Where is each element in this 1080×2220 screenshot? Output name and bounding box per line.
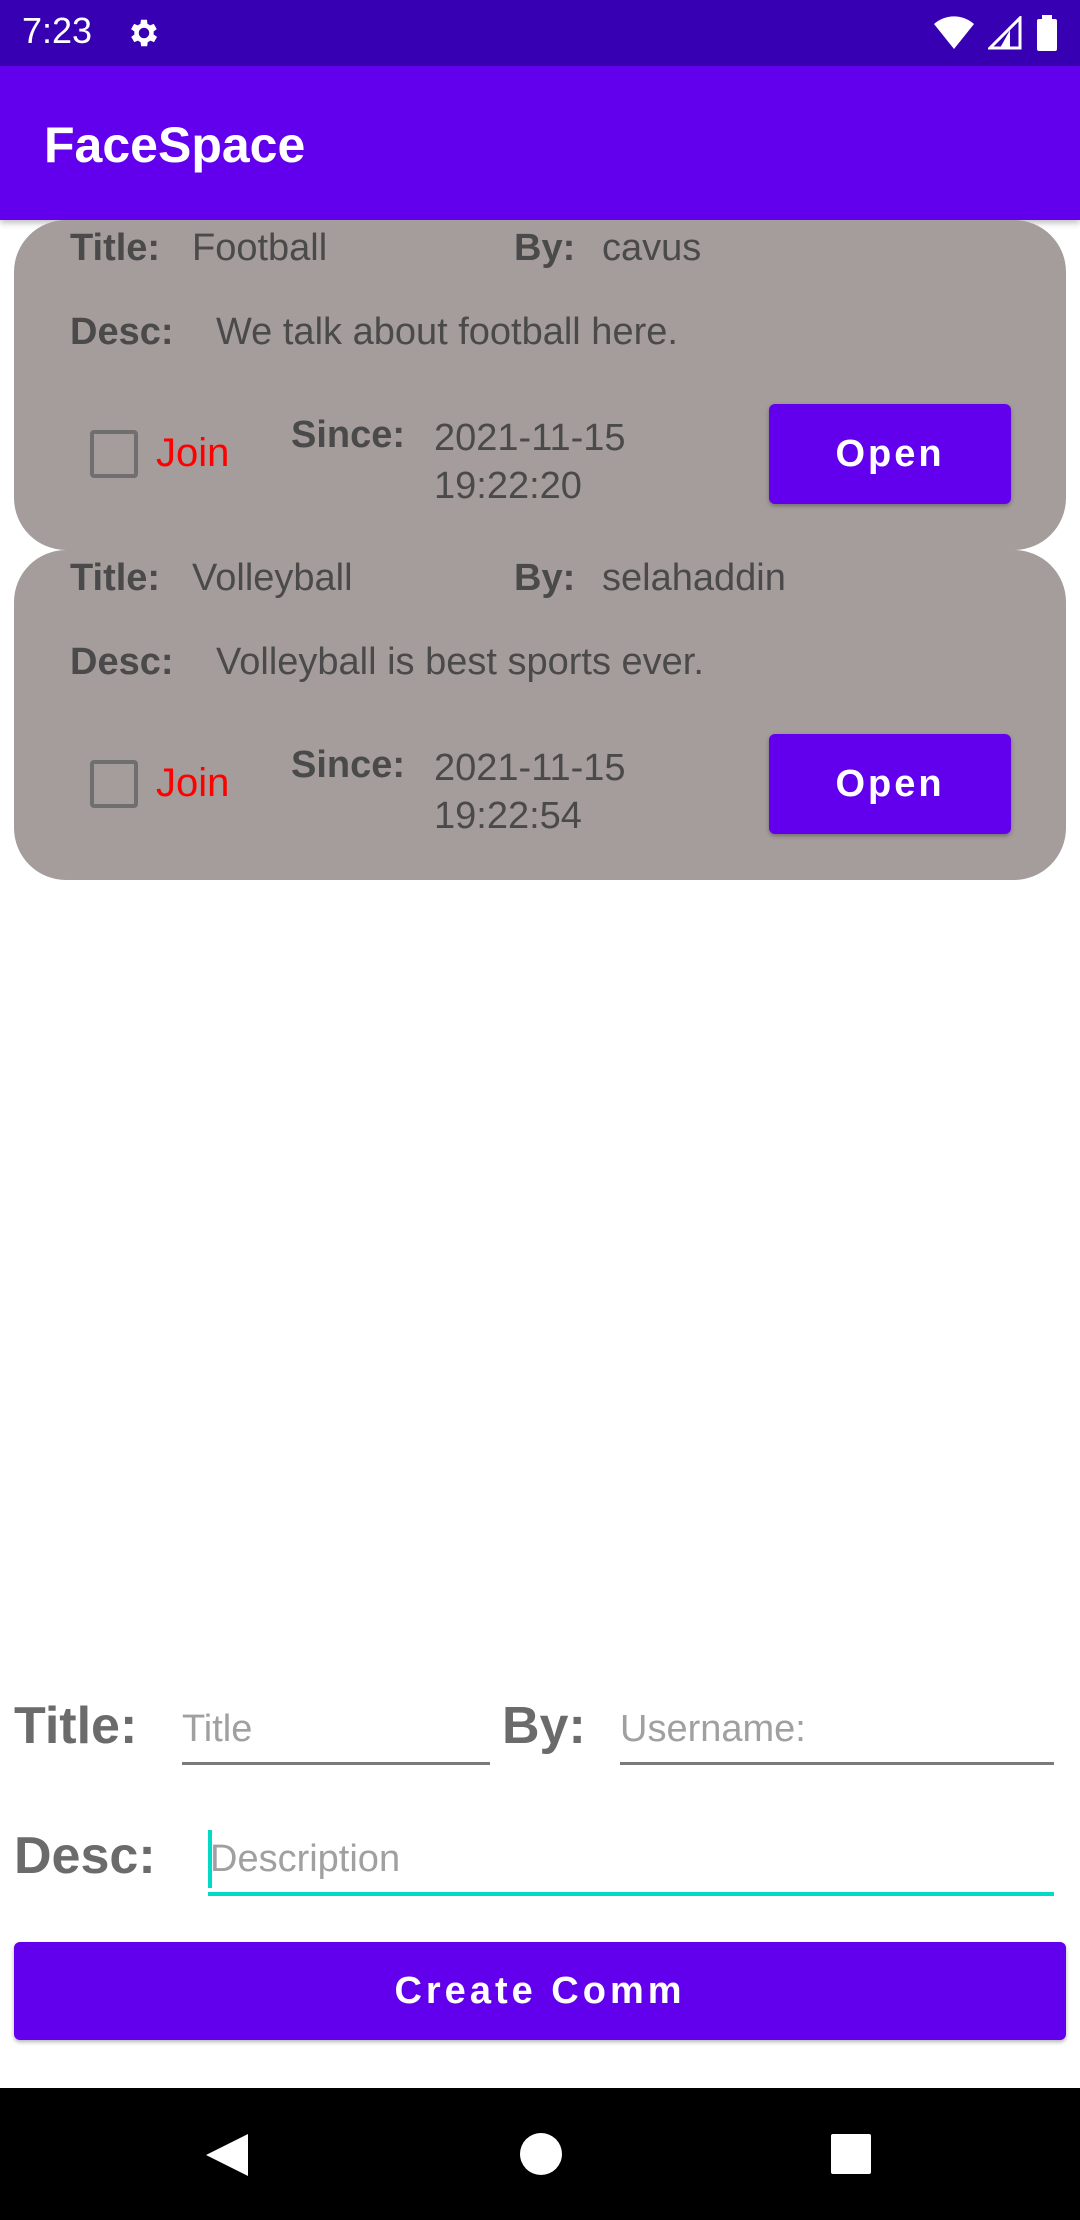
- since-time: 19:22:54: [434, 795, 582, 837]
- signal-icon: [988, 16, 1022, 50]
- desc-label: Desc:: [70, 641, 174, 683]
- description-input-underline: [208, 1892, 1054, 1896]
- community-author: cavus: [602, 227, 702, 269]
- app-title: FaceSpace: [44, 117, 306, 173]
- desc-label: Desc:: [70, 311, 174, 353]
- community-title: Volleyball: [192, 557, 353, 599]
- home-icon[interactable]: [519, 2132, 563, 2176]
- join-label[interactable]: Join: [156, 431, 229, 476]
- status-bar: 7:23: [0, 0, 1080, 66]
- title-label: Title:: [70, 557, 161, 599]
- gear-icon: [131, 19, 158, 47]
- back-icon[interactable]: [204, 2132, 250, 2178]
- username-input[interactable]: [620, 1696, 1054, 1762]
- community-title: Football: [192, 227, 328, 269]
- app-bar: FaceSpace: [0, 66, 1080, 220]
- since-date: 2021-11-15: [434, 417, 626, 459]
- username-input-underline: [620, 1762, 1054, 1765]
- since-time: 19:22:20: [434, 465, 582, 507]
- description-input[interactable]: [210, 1826, 1054, 1892]
- text-cursor: [208, 1830, 212, 1888]
- title-label: Title:: [70, 227, 161, 269]
- status-time: 7:23: [22, 10, 93, 51]
- open-button[interactable]: Open: [769, 404, 1011, 504]
- form-desc-label: Desc:: [14, 1827, 156, 1885]
- since-value: 2021-11-15 19:22:20: [434, 414, 626, 510]
- since-label: Since:: [291, 744, 406, 786]
- title-input-underline: [182, 1762, 490, 1765]
- join-checkbox[interactable]: [90, 760, 138, 808]
- since-label: Since:: [291, 414, 406, 456]
- status-icons: [934, 14, 1058, 52]
- title-input[interactable]: [182, 1696, 490, 1762]
- by-label: By:: [514, 227, 576, 269]
- since-date: 2021-11-15: [434, 747, 626, 789]
- navigation-bar: [0, 2088, 1080, 2220]
- community-description: Volleyball is best sports ever.: [216, 641, 704, 683]
- open-button[interactable]: Open: [769, 734, 1011, 834]
- battery-icon: [1037, 15, 1057, 51]
- create-comm-button[interactable]: Create Comm: [14, 1942, 1066, 2040]
- join-label[interactable]: Join: [156, 761, 229, 806]
- join-checkbox[interactable]: [90, 430, 138, 478]
- wifi-icon: [934, 16, 974, 49]
- form-by-label: By:: [502, 1697, 586, 1755]
- community-card: Title: Football By: cavus Desc: We talk …: [14, 220, 1066, 550]
- by-label: By:: [514, 557, 576, 599]
- community-description: We talk about football here.: [216, 311, 678, 353]
- since-value: 2021-11-15 19:22:54: [434, 744, 626, 840]
- community-author: selahaddin: [602, 557, 786, 599]
- form-title-label: Title:: [14, 1697, 138, 1755]
- recents-icon[interactable]: [830, 2133, 872, 2175]
- community-card: Title: Volleyball By: selahaddin Desc: V…: [14, 550, 1066, 880]
